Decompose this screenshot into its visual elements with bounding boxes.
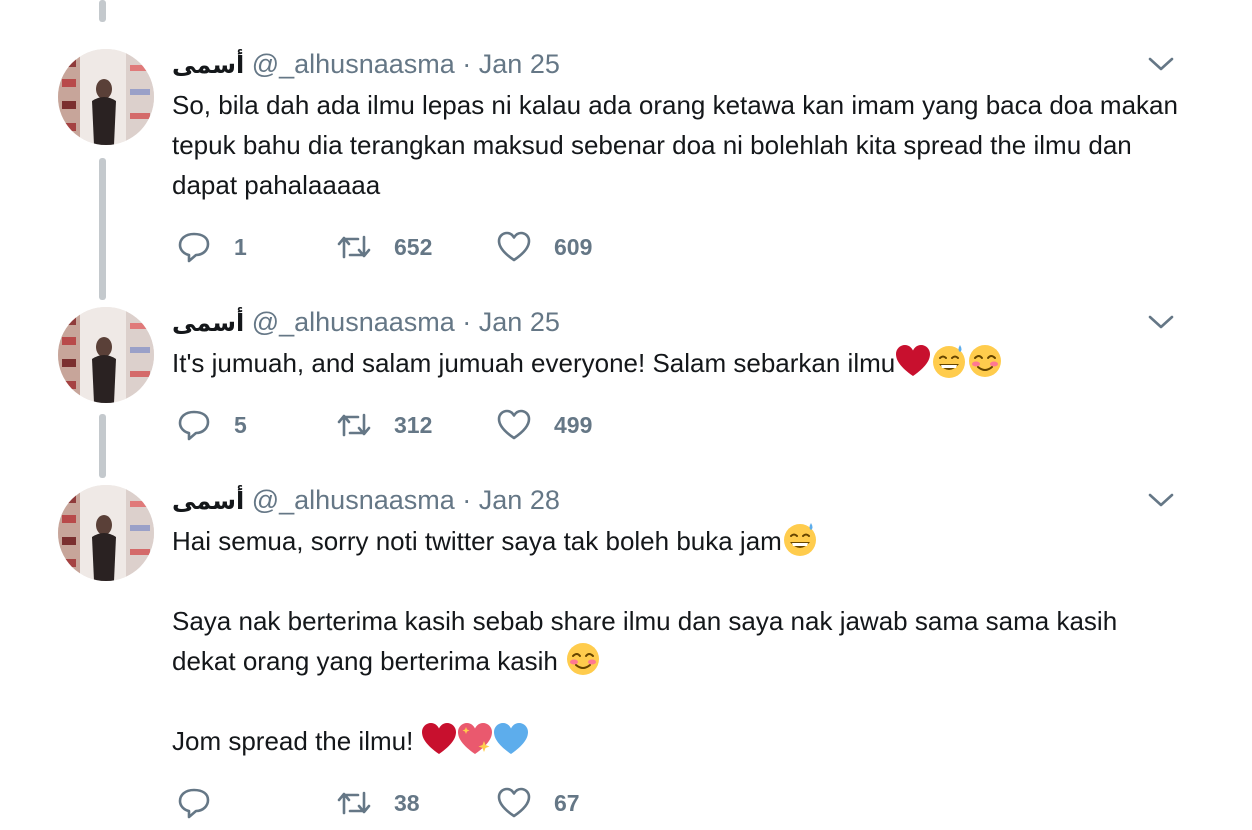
tweet-date[interactable]: Jan 25 — [479, 307, 560, 337]
thread-line-top — [99, 0, 106, 22]
reply-button[interactable]: 1 — [176, 227, 247, 267]
retweet-count: 312 — [394, 411, 433, 438]
retweet-count: 652 — [394, 233, 433, 260]
reply-icon — [178, 410, 210, 441]
heart-icon — [497, 787, 531, 818]
tweet-paragraph: So, bila dah ada ilmu lepas ni kalau ada… — [172, 90, 1178, 200]
tweet-text: Hai semua, sorry noti twitter saya tak b… — [172, 521, 1182, 761]
tweet-paragraph: Hai semua, sorry noti twitter saya tak b… — [172, 521, 1182, 561]
blush-emoji — [969, 345, 1002, 377]
red-heart-emoji — [896, 345, 931, 376]
like-count: 499 — [554, 411, 593, 438]
user-handle[interactable]: @_alhusnaasma — [252, 307, 455, 337]
tweet-header: أسمى @_alhusnaasma · Jan 28 — [172, 483, 560, 517]
sparkling-heart-emoji — [457, 723, 492, 754]
retweet-icon — [337, 791, 371, 815]
display-name[interactable]: أسمى — [172, 487, 244, 515]
display-name[interactable]: أسمى — [172, 51, 244, 79]
tweet-text-span: Saya nak berterima kasih sebab share ilm… — [172, 606, 1118, 676]
reply-count: 5 — [234, 411, 247, 438]
tweet-paragraph: It's jumuah, and salam jumuah everyone! … — [172, 343, 1182, 383]
retweet-icon — [337, 235, 371, 259]
separator-dot: · — [462, 485, 472, 515]
tweet[interactable]: أسمى @_alhusnaasma · Jan 25 It's jumuah,… — [0, 305, 1252, 455]
blue-heart-emoji — [493, 723, 528, 754]
blush-emoji — [567, 643, 600, 675]
tweet-header: أسمى @_alhusnaasma · Jan 25 — [172, 305, 560, 339]
heart-icon — [497, 231, 531, 262]
sweat-smile-emoji — [783, 523, 816, 556]
tweet[interactable]: أسمى @_alhusnaasma · Jan 25 So, bila dah… — [0, 47, 1252, 277]
tweet-header: أسمى @_alhusnaasma · Jan 25 — [172, 47, 560, 81]
like-button[interactable]: 609 — [496, 227, 592, 267]
retweet-icon[interactable] — [340, 0, 376, 6]
heart-icon — [497, 409, 531, 440]
like-button[interactable]: 499 — [496, 405, 592, 445]
reply-button[interactable]: 5 — [176, 405, 247, 445]
previous-tweet-actions — [172, 0, 572, 6]
retweet-button[interactable]: 652 — [336, 227, 432, 267]
tweet-text-span: Jom spread the ilmu! — [172, 726, 421, 756]
retweet-button[interactable]: 312 — [336, 405, 432, 445]
chevron-down-icon[interactable] — [1148, 491, 1174, 509]
tweet-text-span: Hai semua, sorry noti twitter saya tak b… — [172, 526, 782, 556]
reply-icon — [178, 788, 210, 819]
tweet-text: It's jumuah, and salam jumuah everyone! … — [172, 343, 1182, 383]
retweet-count: 38 — [394, 789, 420, 816]
chevron-down-icon[interactable] — [1148, 313, 1174, 331]
separator-dot: · — [462, 49, 472, 79]
like-count: 67 — [554, 789, 580, 816]
reply-icon[interactable] — [180, 0, 216, 6]
reply-button[interactable] — [176, 783, 234, 823]
tweet-paragraph: Saya nak berterima kasih sebab share ilm… — [172, 601, 1182, 681]
chevron-down-icon[interactable] — [1148, 55, 1174, 73]
user-handle[interactable]: @_alhusnaasma — [252, 49, 455, 79]
separator-dot: · — [462, 307, 472, 337]
red-heart-emoji — [421, 723, 456, 754]
like-button[interactable]: 67 — [496, 783, 580, 823]
user-handle[interactable]: @_alhusnaasma — [252, 485, 455, 515]
tweet-text-span: It's jumuah, and salam jumuah everyone! … — [172, 348, 896, 378]
avatar[interactable] — [58, 485, 154, 581]
tweet-date[interactable]: Jan 28 — [479, 485, 560, 515]
retweet-icon — [337, 413, 371, 437]
like-count: 609 — [554, 233, 593, 260]
avatar[interactable] — [58, 49, 154, 145]
retweet-button[interactable]: 38 — [336, 783, 420, 823]
tweet-text: So, bila dah ada ilmu lepas ni kalau ada… — [172, 85, 1182, 205]
reply-count: 1 — [234, 233, 247, 260]
display-name[interactable]: أسمى — [172, 309, 244, 337]
tweet-paragraph: Jom spread the ilmu! — [172, 721, 1182, 761]
heart-icon[interactable] — [500, 0, 536, 6]
tweet-date[interactable]: Jan 25 — [479, 49, 560, 79]
tweet[interactable]: أسمى @_alhusnaasma · Jan 28 Hai semua, s… — [0, 483, 1252, 830]
sweat-smile-emoji — [933, 345, 966, 378]
avatar[interactable] — [58, 307, 154, 403]
reply-icon — [178, 232, 210, 263]
